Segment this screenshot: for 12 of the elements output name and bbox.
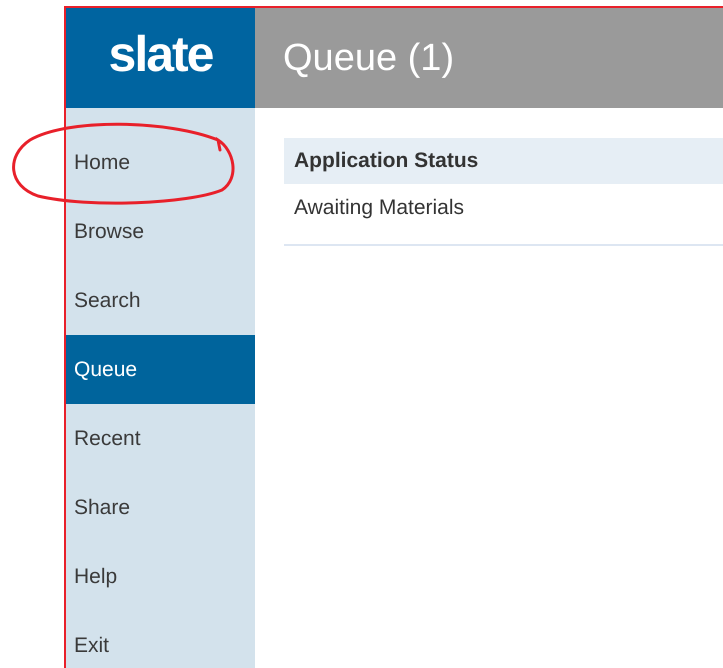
nav-item[interactable]: Browse <box>66 197 255 266</box>
logo: slate <box>108 29 212 84</box>
nav-item[interactable]: Search <box>66 266 255 335</box>
nav-item[interactable]: Exit <box>66 611 255 668</box>
page-title: Queue (1) <box>283 36 454 80</box>
nav-item[interactable]: Queue <box>66 335 255 404</box>
table-cell-text: Awaiting Materials <box>294 195 464 221</box>
column-header: Application Status <box>294 148 478 174</box>
nav-item[interactable]: Recent <box>66 404 255 473</box>
nav-item[interactable]: Help <box>66 542 255 611</box>
nav-item[interactable]: Share <box>66 473 255 542</box>
nav-item[interactable]: Home <box>66 128 255 197</box>
